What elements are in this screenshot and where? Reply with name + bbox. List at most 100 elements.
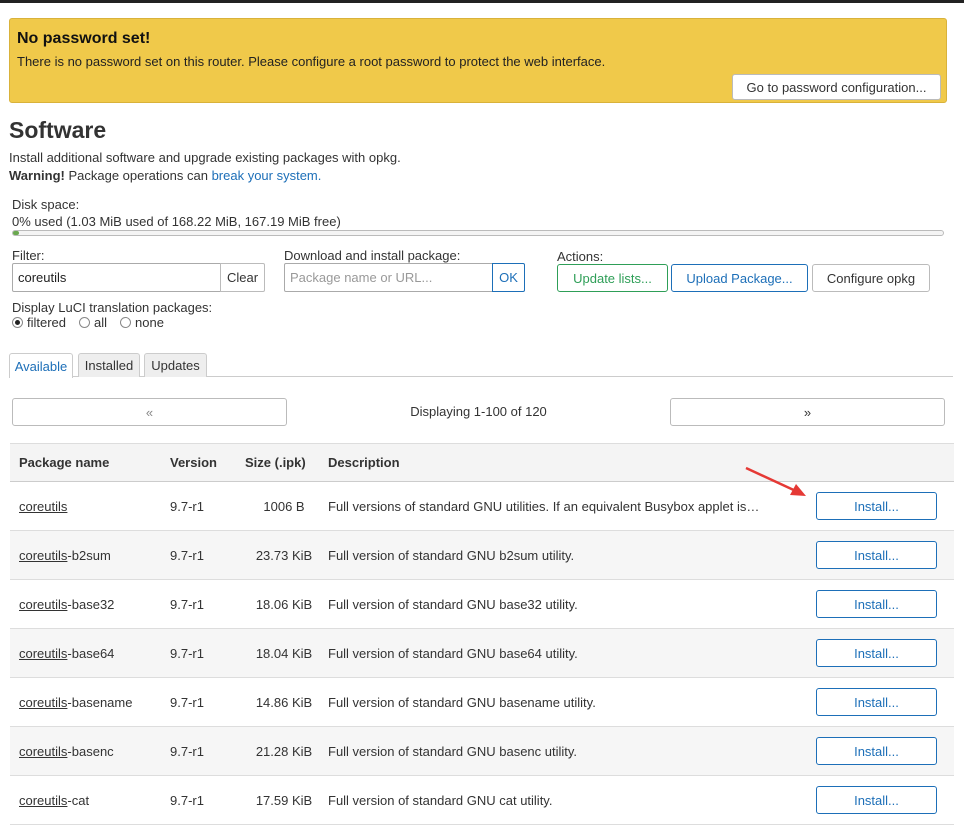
header-actions [816,443,954,482]
actions-label: Actions: [557,249,604,264]
disk-usage-fill [13,231,19,235]
install-button[interactable]: Install... [816,639,937,667]
tab-updates[interactable]: Updates [144,353,207,377]
package-name-rest: -base32 [67,596,115,612]
install-button[interactable]: Install... [816,737,937,765]
password-config-button[interactable]: Go to password configuration... [732,74,941,100]
install-button[interactable]: Install... [816,492,937,520]
package-name[interactable]: coreutils-basename [10,677,170,727]
install-button[interactable]: Install... [816,590,937,618]
warning-text: Package operations can [64,168,212,183]
install-button[interactable]: Install... [816,786,937,814]
package-name-match[interactable]: coreutils [19,499,67,514]
package-name-match[interactable]: coreutils [19,793,67,808]
disk-usage-bar [12,230,944,236]
package-name[interactable]: coreutils-base64 [10,628,170,678]
package-description: Full version of standard GNU b2sum utili… [328,530,816,580]
package-version: 9.7-r1 [170,677,240,727]
package-size: 23.73 KiB [240,530,328,580]
install-button[interactable]: Install... [816,541,937,569]
package-version: 9.7-r1 [170,530,240,580]
table-header-row: Package name Version Size (.ipk) Descrip… [10,443,954,482]
package-version: 9.7-r1 [170,775,240,825]
disk-space-value: 0% used (1.03 MiB used of 168.22 MiB, 16… [12,214,341,229]
table-row: coreutils 9.7-r1 1006 B Full versions of… [10,481,954,531]
pager-info: Displaying 1-100 of 120 [410,404,547,419]
alert-text: There is no password set on this router.… [17,54,606,69]
package-name-rest: -b2sum [67,547,111,563]
package-size: 17.59 KiB [240,775,328,825]
break-system-link[interactable]: break your system. [212,168,322,183]
package-name-rest: -basename [67,694,133,710]
upload-package-button[interactable]: Upload Package... [671,264,808,292]
package-description: Full version of standard GNU base64 util… [328,628,816,678]
install-cell: Install... [816,579,954,629]
filter-label: Filter: [12,248,45,263]
no-password-alert: No password set! There is no password se… [9,18,947,103]
package-version: 9.7-r1 [170,481,240,531]
red-arrow-annotation [745,466,806,496]
package-version: 9.7-r1 [170,579,240,629]
install-cell: Install... [816,628,954,678]
download-ok-button[interactable]: OK [492,263,525,292]
radio-none[interactable]: none [120,315,164,330]
package-url-input[interactable] [284,263,493,292]
package-name-match[interactable]: coreutils [19,744,67,759]
pager-next-button[interactable]: » [670,398,945,426]
package-name-match[interactable]: coreutils [19,548,67,563]
package-name[interactable]: coreutils-b2sum [10,530,170,580]
radio-all[interactable]: all [79,315,107,330]
radio-button-all[interactable] [79,317,91,328]
package-name-match[interactable]: coreutils [19,695,67,710]
install-cell: Install... [816,726,954,776]
configure-opkg-button[interactable]: Configure opkg [812,264,930,292]
package-description: Full version of standard GNU cat utility… [328,775,816,825]
warning-line: Warning! Package operations can break yo… [9,168,321,183]
header-version: Version [170,443,240,482]
package-name-match[interactable]: coreutils [19,597,67,612]
package-name-rest: -basenc [67,743,114,759]
package-version: 9.7-r1 [170,628,240,678]
table-row: coreutils-basename 9.7-r1 14.86 KiB Full… [10,677,954,727]
package-table: Package name Version Size (.ipk) Descrip… [10,443,954,825]
tab-installed[interactable]: Installed [78,353,140,377]
package-name[interactable]: coreutils-base32 [10,579,170,629]
package-version: 9.7-r1 [170,726,240,776]
install-cell: Install... [816,775,954,825]
table-row: coreutils-base32 9.7-r1 18.06 KiB Full v… [10,579,954,629]
radio-filtered[interactable]: filtered [12,315,66,330]
header-size: Size (.ipk) [240,443,328,482]
package-size: 18.06 KiB [240,579,328,629]
package-name-rest: -base64 [67,645,115,661]
package-name[interactable]: coreutils-cat [10,775,170,825]
update-lists-button[interactable]: Update lists... [557,264,668,292]
filter-input[interactable] [12,263,221,292]
radio-button-none[interactable] [120,317,132,328]
package-name-match[interactable]: coreutils [19,646,67,661]
download-label: Download and install package: [284,248,461,263]
translation-radio-group: filtered all none [12,315,177,330]
package-size: 14.86 KiB [240,677,328,727]
package-size: 18.04 KiB [240,628,328,678]
install-cell: Install... [816,677,954,727]
radio-label-none: none [135,315,164,330]
arrow-shaft [745,466,799,494]
radio-label-filtered: filtered [27,315,67,330]
translation-label: Display LuCI translation packages: [12,300,213,315]
page-title: Software [9,117,107,143]
page-description: Install additional software and upgrade … [9,150,401,165]
install-button[interactable]: Install... [816,688,937,716]
table-row: coreutils-cat 9.7-r1 17.59 KiB Full vers… [10,775,954,825]
pager-prev-button[interactable]: « [12,398,287,426]
package-description: Full version of standard GNU basenc util… [328,726,816,776]
package-name[interactable]: coreutils-basenc [10,726,170,776]
package-name[interactable]: coreutils [10,481,170,531]
package-description: Full version of standard GNU basename ut… [328,677,816,727]
package-size: 1006 B [240,481,328,531]
table-row: coreutils-basenc 9.7-r1 21.28 KiB Full v… [10,726,954,776]
warning-label: Warning! [9,168,65,183]
filter-clear-button[interactable]: Clear [220,263,265,292]
install-cell: Install... [816,481,954,531]
tab-available[interactable]: Available [9,353,73,378]
radio-button-filtered[interactable] [12,317,23,328]
